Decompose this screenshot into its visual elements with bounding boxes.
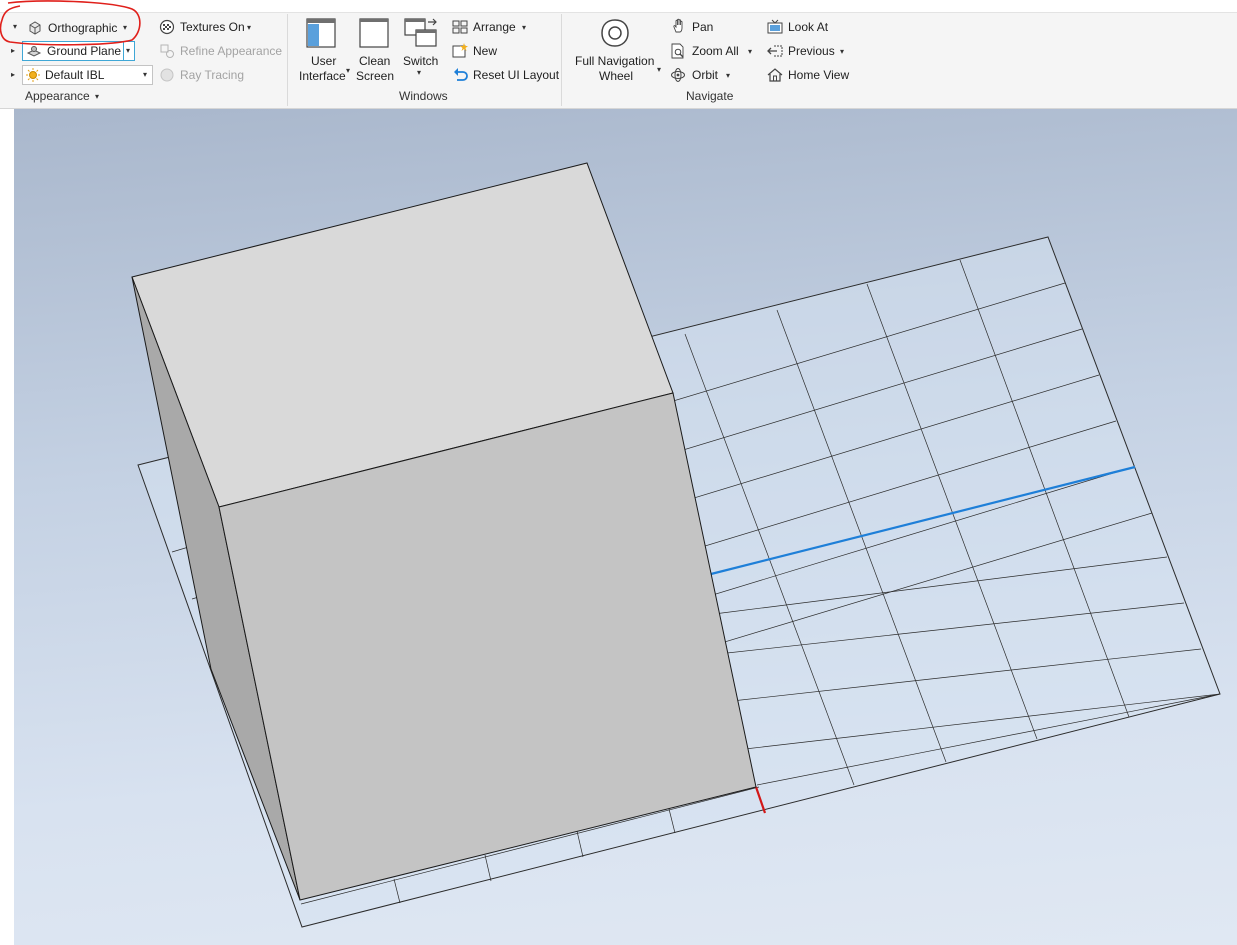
home-view-icon [767, 68, 783, 82]
chevron-down-icon[interactable]: ▾ [346, 66, 350, 75]
qat-dropdown-icon[interactable]: ▸ [11, 70, 15, 79]
user-interface-icon [306, 18, 336, 48]
switch-windows-icon [404, 18, 437, 47]
user-interface-line1[interactable]: User [311, 54, 336, 68]
clean-screen-line1[interactable]: Clean [359, 54, 390, 68]
chevron-down-icon[interactable]: ▾ [657, 65, 661, 74]
full-navigation-wheel-line1[interactable]: Full Navigation [575, 54, 654, 68]
chevron-down-icon[interactable]: ▾ [726, 71, 730, 80]
left-margin [0, 109, 14, 945]
ray-tracing-button[interactable]: Ray Tracing [180, 68, 244, 82]
ribbon: ▾ ▸ ▸ Orthographic ▾ Ground Plane ▾ Defa… [0, 0, 1237, 109]
orbit-icon [671, 68, 685, 82]
zoom-all-button[interactable]: Zoom All [692, 44, 739, 58]
refine-icon [160, 44, 174, 58]
chevron-down-icon[interactable]: ▾ [417, 68, 421, 77]
home-view-button[interactable]: Home View [788, 68, 849, 82]
graphics-viewport[interactable] [14, 109, 1237, 945]
pan-button[interactable]: Pan [692, 20, 713, 34]
pan-hand-icon [673, 18, 683, 33]
reset-layout-icon [454, 68, 468, 81]
chevron-down-icon[interactable]: ▾ [840, 47, 844, 56]
new-window-button[interactable]: New [473, 44, 497, 58]
look-at-icon [767, 19, 783, 34]
chevron-down-icon: ▾ [143, 70, 148, 79]
full-navigation-wheel-line2[interactable]: Wheel [599, 69, 633, 83]
clean-screen-icon [359, 18, 389, 48]
reset-ui-layout-button[interactable]: Reset UI Layout [473, 68, 559, 82]
arrange-icon [452, 20, 468, 34]
ibl-sun-icon [26, 68, 40, 82]
ribbon-tab-strip [0, 0, 1237, 13]
arrange-button[interactable]: Arrange [473, 20, 516, 34]
user-interface-line2[interactable]: Interface [299, 69, 346, 83]
zoom-all-icon [671, 43, 684, 59]
appearance-panel-title[interactable]: Appearance [25, 89, 90, 103]
new-window-icon [452, 43, 468, 58]
chevron-down-icon[interactable]: ▾ [748, 47, 752, 56]
clean-screen-line2[interactable]: Screen [356, 69, 394, 83]
scene-canvas[interactable] [14, 109, 1237, 945]
look-at-button[interactable]: Look At [788, 20, 828, 34]
red-annotation-circle [0, 0, 141, 46]
panel-separator [287, 14, 288, 106]
ibl-label: Default IBL [45, 68, 105, 82]
orbit-button[interactable]: Orbit [692, 68, 718, 82]
navigation-wheel-icon [601, 19, 629, 47]
cube-model[interactable] [131, 162, 757, 901]
refine-appearance-button[interactable]: Refine Appearance [180, 44, 282, 58]
chevron-down-icon[interactable]: ▾ [522, 23, 526, 32]
chevron-down-icon[interactable]: ▾ [247, 23, 251, 32]
chevron-down-icon[interactable]: ▾ [95, 92, 99, 101]
navigate-panel-title: Navigate [686, 89, 734, 103]
previous-button[interactable]: Previous [788, 44, 835, 58]
previous-view-icon [767, 45, 783, 57]
ibl-select[interactable]: Default IBL ▾ [22, 65, 153, 85]
switch-label[interactable]: Switch [403, 54, 438, 68]
textures-button[interactable]: Textures On [180, 20, 245, 34]
ray-tracing-icon [160, 68, 174, 82]
windows-panel-title: Windows [399, 89, 448, 103]
textures-icon [159, 19, 175, 35]
panel-separator [561, 14, 562, 106]
